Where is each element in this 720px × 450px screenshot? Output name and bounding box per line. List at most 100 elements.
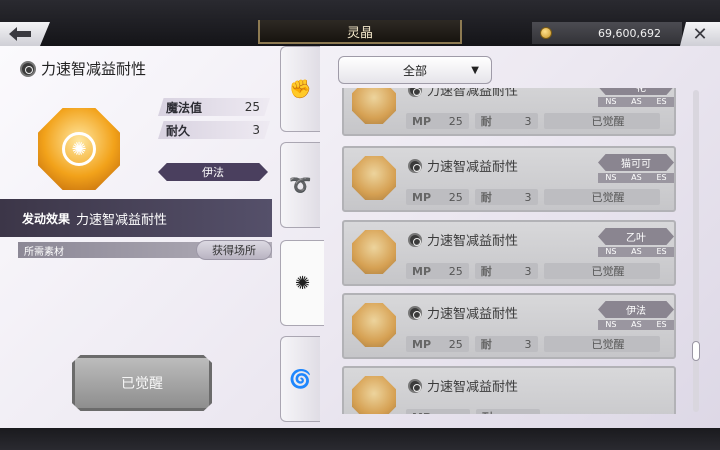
durability-box: 耐3 [474,189,538,205]
mp-box: MP 25 [406,189,469,205]
durability-label: 耐 [480,115,492,128]
list-item-stats: MP 耐 [406,409,666,414]
swirl-arrow-icon: ➰ [289,174,312,196]
list-item-stats: MP 25 耐3 已觉醒 [406,336,666,352]
durability-box: 耐3 [474,113,538,129]
flag-as: AS [631,247,642,256]
bottom-bar [0,428,720,450]
mp-box: MP [406,409,470,414]
fist-icon: ✊ [289,78,312,100]
durability-label: 耐 [482,409,493,414]
status-text: 已觉醒 [591,338,625,351]
effect-label: 发动效果 [22,211,71,226]
effect-bar: 发动效果 力速智减益耐性 [0,199,272,237]
list-item-name-text: 力速智减益耐性 [427,160,519,175]
list-item-name-text: 力速智减益耐性 [427,234,519,249]
list-item[interactable]: 力速智减益耐性 一花 NS AS ES MP 25 耐3 已觉醒 [342,88,676,136]
list-item-name-text: 力速智减益耐性 [427,380,519,395]
list-item-name: 力速智减益耐性 [408,88,518,99]
mp-label: MP [412,114,432,128]
tab-fist[interactable]: ✊ [280,46,320,132]
list-item-owner: 一花 [598,88,674,95]
crystal-type-icon [408,232,422,247]
crystal-type-icon [408,305,422,320]
flag-es: ES [656,320,667,329]
flag-es: ES [656,173,667,182]
durability-label: 耐 [480,338,492,351]
list-item-flags: NS AS ES [598,320,674,330]
close-x-icon: ✕ [692,23,708,45]
mp-box: MP 25 [406,113,469,129]
list-item-name: 力速智减益耐性 [408,303,518,322]
durability-value: 3 [524,264,532,278]
status-box: 已觉醒 [543,189,660,205]
durability-box: 耐3 [474,336,538,352]
tab-swirl-arrow[interactable]: ➰ [280,142,320,228]
spark-wheel-icon: ✺ [294,272,311,294]
dropdown-arrow-icon: ▼ [471,65,479,76]
crystal-image: ✺ [38,108,120,190]
durability-label: 耐 [480,191,492,204]
crystal-type-icon [408,378,422,393]
list-item[interactable]: 力速智减益耐性 MP 耐 [342,366,676,414]
mp-label: MP [412,190,432,204]
awaken-button[interactable]: 已觉醒 [72,355,212,411]
mp-box: MP 25 [406,263,469,279]
list-item[interactable]: 力速智减益耐性 乙叶 NS AS ES MP 25 耐3 已觉醒 [342,220,676,286]
stat-mp: 魔法值 25 [158,98,270,116]
obtain-location-button[interactable]: 获得场所 [196,240,272,260]
owner-tag: 伊法 [158,163,268,181]
scrollbar-track[interactable] [693,90,699,412]
status-box: 已觉醒 [543,263,660,279]
list-item-name: 力速智减益耐性 [408,376,518,395]
durability-value: 3 [524,114,532,128]
list-item-stats: MP 25 耐3 已觉醒 [406,189,666,205]
status-text: 已觉醒 [591,191,625,204]
durability-box: 耐3 [474,263,538,279]
mp-value: 25 [448,264,463,278]
list-item-name: 力速智减益耐性 [408,230,518,249]
stat-durability: 耐久 3 [158,121,270,139]
list-item-owner: 猫可可 [598,154,674,171]
flag-ns: NS [605,247,617,256]
crystal-thumb [352,88,396,124]
list-item-flags: NS AS ES [598,247,674,257]
status-text: 已觉醒 [591,115,625,128]
crystal-thumb [352,303,396,347]
flag-as: AS [631,97,642,106]
tab-wave-spiral[interactable]: 🌀 [280,336,320,422]
durability-value: 3 [524,337,532,351]
back-button[interactable] [0,22,50,46]
flag-ns: NS [605,320,617,329]
scrollbar-thumb[interactable] [692,341,700,361]
close-button[interactable]: ✕ [680,22,720,46]
durability-value: 3 [524,190,532,204]
crystal-list[interactable]: 力速智减益耐性 一花 NS AS ES MP 25 耐3 已觉醒 力速智减益耐性 … [338,88,680,414]
filter-selected: 全部 [402,63,427,78]
list-item-name-text: 力速智减益耐性 [427,307,519,322]
status-box: 已觉醒 [543,336,660,352]
durability-label: 耐 [480,265,492,278]
crystal-type-icon [408,158,422,173]
list-item-stats: MP 25 耐3 已觉醒 [406,113,666,129]
flag-es: ES [656,247,667,256]
mp-label: MP [412,411,431,415]
materials-label: 所需素材 [24,246,64,258]
screen-title: 灵晶 [258,20,462,44]
list-item-owner: 乙叶 [598,228,674,245]
status-box: 已觉醒 [543,113,660,129]
mp-value: 25 [448,190,463,204]
tab-spark-wheel[interactable]: ✺ [280,240,324,326]
flag-as: AS [631,173,642,182]
mp-value: 25 [448,114,463,128]
flag-es: ES [656,97,667,106]
flag-ns: NS [605,173,617,182]
stat-durability-value: 3 [252,123,260,137]
list-item[interactable]: 力速智减益耐性 伊法 NS AS ES MP 25 耐3 已觉醒 [342,293,676,359]
filter-dropdown[interactable]: 全部 ▼ [338,56,492,84]
list-item-name: 力速智减益耐性 [408,156,518,175]
crystal-thumb [352,376,396,414]
list-item[interactable]: 力速智减益耐性 猫可可 NS AS ES MP 25 耐3 已觉醒 [342,146,676,212]
crystal-emblem-icon: ✺ [62,132,96,166]
flag-ns: NS [605,97,617,106]
